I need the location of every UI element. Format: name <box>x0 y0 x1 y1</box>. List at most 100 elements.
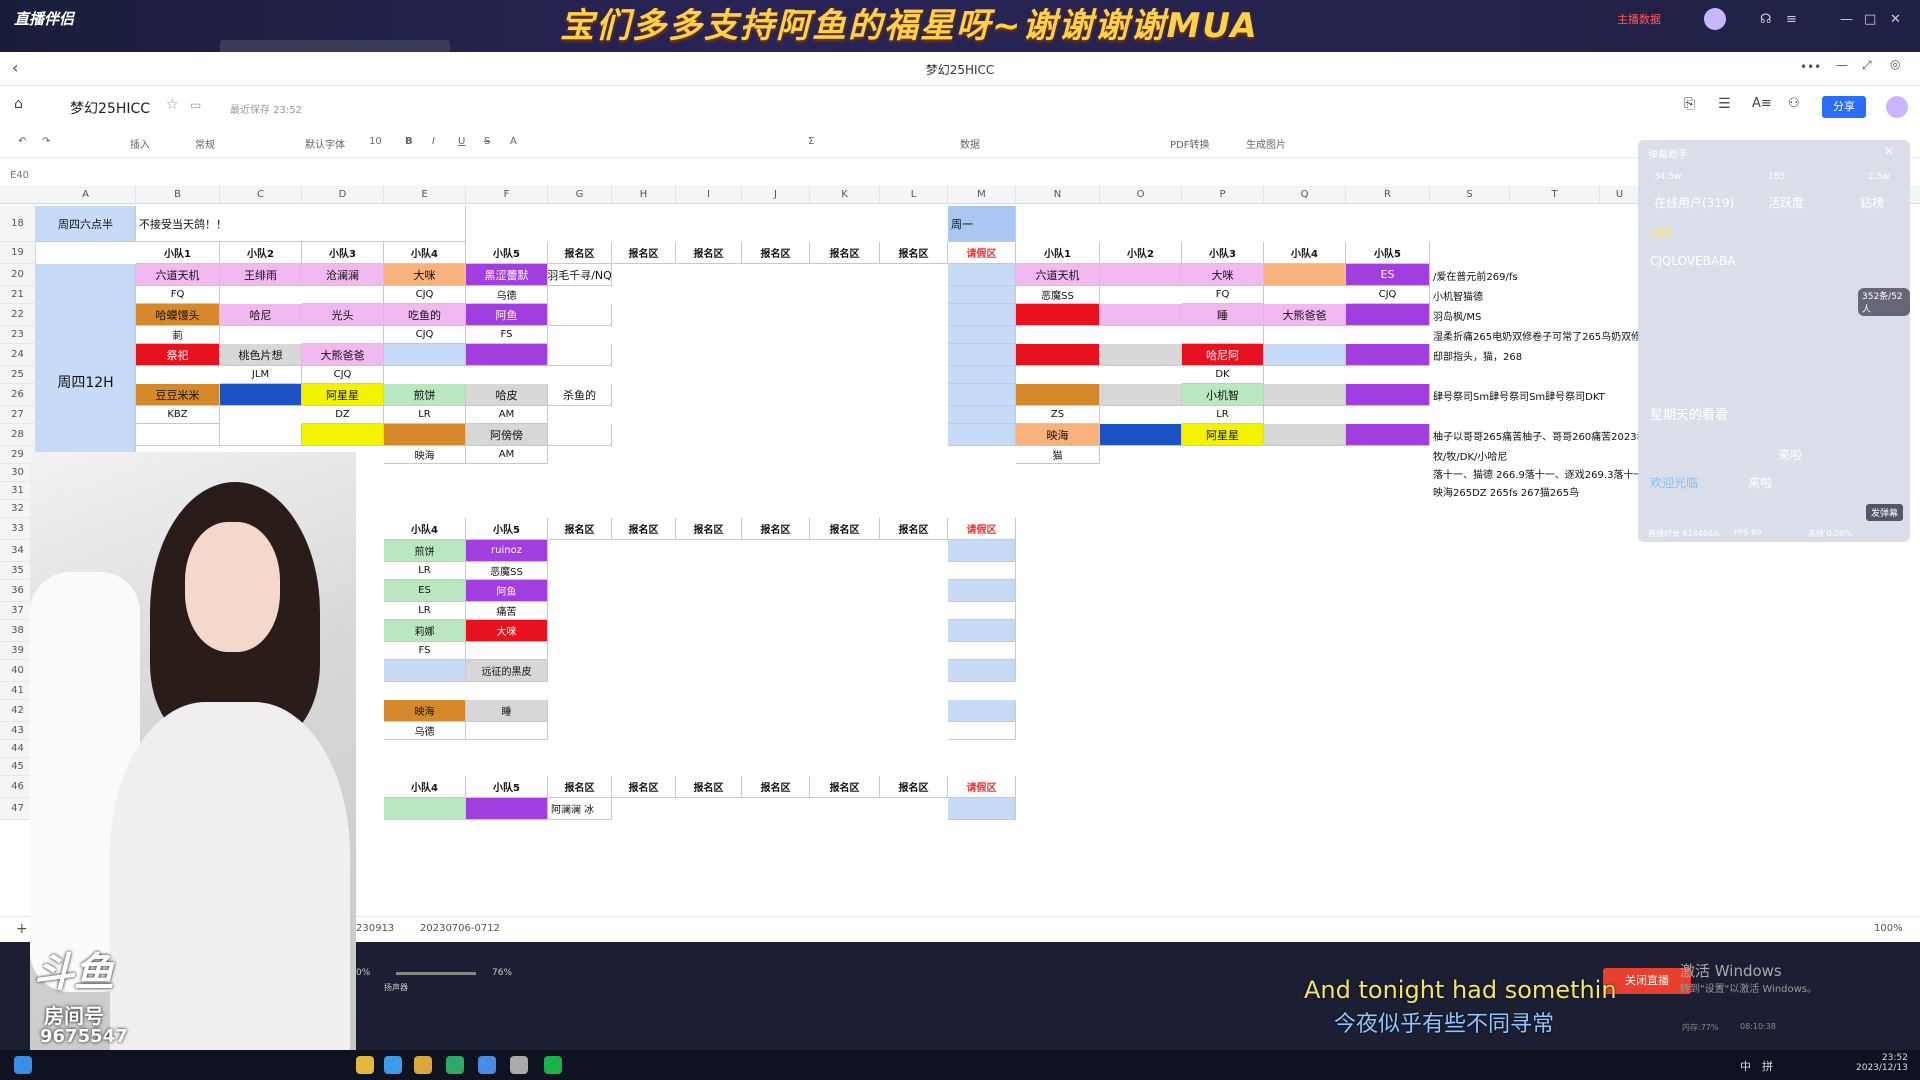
sheet-tab[interactable]: 230913 <box>356 923 394 934</box>
column-label[interactable]: 小队5 <box>466 776 548 798</box>
sum-button[interactable]: Σ <box>808 136 814 147</box>
column-label[interactable]: 报名区 <box>548 776 612 798</box>
sheet-cell[interactable] <box>220 424 302 446</box>
underline-button[interactable]: U <box>458 136 465 147</box>
sheet-cell[interactable]: 恶魔SS <box>466 562 548 580</box>
sheet-cell[interactable]: CJQ <box>384 286 466 304</box>
sheet-cell[interactable] <box>1264 424 1346 446</box>
sheet-cell[interactable] <box>948 642 1016 660</box>
sheet-cell[interactable]: 柚子以哥哥265痛苦柚子、哥哥260痛苦2023年12月13日17:10柚子以2… <box>1430 424 1640 446</box>
sheet-cell[interactable] <box>302 286 384 304</box>
sheet-cell[interactable] <box>948 562 1016 580</box>
sheet-cell[interactable] <box>302 424 384 446</box>
sheet-cell[interactable]: KBZ <box>136 406 220 424</box>
column-label[interactable]: 报名区 <box>548 518 612 540</box>
home-icon[interactable]: ⌂ <box>14 96 23 112</box>
clock[interactable]: 23:52 2023/12/13 <box>1856 1053 1908 1073</box>
tab-online-users[interactable]: 在线用户(319) <box>1654 194 1734 211</box>
sheet-cell[interactable]: 阿鱼 <box>466 580 548 602</box>
column-label[interactable]: 小队3 <box>302 242 384 264</box>
sheet-cell[interactable]: 哈皮 <box>466 384 548 406</box>
sheet-cell[interactable]: LR <box>1182 406 1264 424</box>
sheet-cell[interactable]: 莉娜 <box>384 620 466 642</box>
sheet-cell[interactable]: 小机智 <box>1182 384 1264 406</box>
sheet-cell[interactable]: 羽毛千寻/NQ <box>548 264 612 286</box>
row-header-25[interactable]: 25 <box>0 366 36 384</box>
sheet-cell[interactable]: 阿星星 <box>1182 424 1264 446</box>
sheet-cell[interactable] <box>948 660 1016 682</box>
row-header-21[interactable]: 21 <box>0 286 36 304</box>
text-color-button[interactable]: A <box>510 136 517 147</box>
export-icon[interactable]: ⎘ <box>1684 96 1695 112</box>
star-icon[interactable]: ☆ <box>166 97 179 113</box>
sheet-cell[interactable]: 不接受当天鸽！！ <box>136 206 466 242</box>
sheet-cell[interactable] <box>466 344 548 366</box>
headset-icon[interactable]: ☊ <box>1760 12 1772 27</box>
sheet-cell[interactable]: 六道天机 <box>136 264 220 286</box>
app-icon[interactable] <box>510 1056 528 1074</box>
sheet-cell[interactable]: 映海 <box>384 446 466 464</box>
wechat-icon[interactable] <box>544 1056 562 1074</box>
sheet-cell[interactable]: 六道天机 <box>1016 264 1100 286</box>
column-header-o[interactable]: O <box>1100 186 1182 204</box>
sheet-cell[interactable] <box>948 540 1016 562</box>
column-header-d[interactable]: D <box>302 186 384 204</box>
row-header-19[interactable]: 19 <box>0 242 36 264</box>
column-label[interactable]: 报名区 <box>810 242 880 264</box>
sheet-cell[interactable] <box>948 264 1016 286</box>
column-header-j[interactable]: J <box>742 186 810 204</box>
sheet-cell[interactable] <box>948 700 1016 722</box>
ime-indicator[interactable]: 中 <box>1740 1058 1751 1074</box>
sheet-cell[interactable] <box>1100 344 1182 366</box>
user-add-icon[interactable]: ⚇ <box>1788 96 1800 111</box>
sheet-cell[interactable] <box>948 798 1016 820</box>
column-label[interactable]: 小队2 <box>220 242 302 264</box>
column-label[interactable]: 报名区 <box>612 242 676 264</box>
column-label[interactable]: 小队5 <box>1346 242 1430 264</box>
sheet-cell[interactable] <box>1346 424 1430 446</box>
data-button[interactable]: 数据 <box>960 136 980 151</box>
sheet-cell[interactable]: 哈尼 <box>220 304 302 326</box>
row-header-22[interactable]: 22 <box>0 304 36 326</box>
sheet-cell[interactable]: 豆豆米米 <box>136 384 220 406</box>
sheet-cell[interactable]: CJQ <box>302 366 384 384</box>
column-header-c[interactable]: C <box>220 186 302 204</box>
sheet-cell[interactable]: FQ <box>136 286 220 304</box>
folder-icon[interactable]: ▭ <box>190 98 201 112</box>
column-label[interactable]: 小队2 <box>1100 242 1182 264</box>
column-header-r[interactable]: R <box>1346 186 1430 204</box>
sheet-cell[interactable]: 阿鱼 <box>466 304 548 326</box>
sheet-cell[interactable]: 阿傍傍 <box>466 424 548 446</box>
sheet-cell[interactable] <box>948 722 1016 740</box>
cell-reference[interactable]: E40 <box>10 170 29 181</box>
sheet-cell[interactable]: 哈蟆馒头 <box>136 304 220 326</box>
column-header-f[interactable]: F <box>466 186 548 204</box>
sheet-cell[interactable] <box>220 384 302 406</box>
sheet-cell[interactable] <box>948 286 1016 304</box>
sheet-cell[interactable]: 杀鱼的 <box>548 384 612 406</box>
sheet-cell[interactable]: 哈尼阿 <box>1182 344 1264 366</box>
column-label[interactable]: 报名区 <box>880 518 948 540</box>
column-header-i[interactable]: I <box>676 186 742 204</box>
close-icon[interactable]: ✕ <box>1890 12 1901 27</box>
sheet-cell[interactable]: 大咪 <box>466 620 548 642</box>
sheet-cell[interactable] <box>466 722 548 740</box>
column-header-m[interactable]: M <box>948 186 1016 204</box>
sheet-cell[interactable]: 乌德 <box>466 286 548 304</box>
bold-button[interactable]: B <box>405 136 413 147</box>
word-icon[interactable] <box>414 1056 432 1074</box>
column-label[interactable]: 报名区 <box>810 518 880 540</box>
windows-start-icon[interactable] <box>14 1056 32 1074</box>
column-label[interactable]: 报名区 <box>612 776 676 798</box>
column-label[interactable]: 报名区 <box>880 242 948 264</box>
sheet-cell[interactable] <box>384 424 466 446</box>
sheet-cell[interactable] <box>384 344 466 366</box>
font-icon[interactable]: A≡ <box>1752 96 1772 111</box>
send-danmaku-button[interactable]: 发弹幕 <box>1866 504 1904 521</box>
sheet-cell[interactable]: 王绯雨 <box>220 264 302 286</box>
tab-activity[interactable]: 活跃度 <box>1768 194 1804 211</box>
list-icon[interactable]: ☰ <box>1718 96 1731 112</box>
sheet-cell[interactable]: 阿星星 <box>302 384 384 406</box>
column-label[interactable]: 小队3 <box>1182 242 1264 264</box>
redo-icon[interactable]: ↷ <box>42 136 50 147</box>
